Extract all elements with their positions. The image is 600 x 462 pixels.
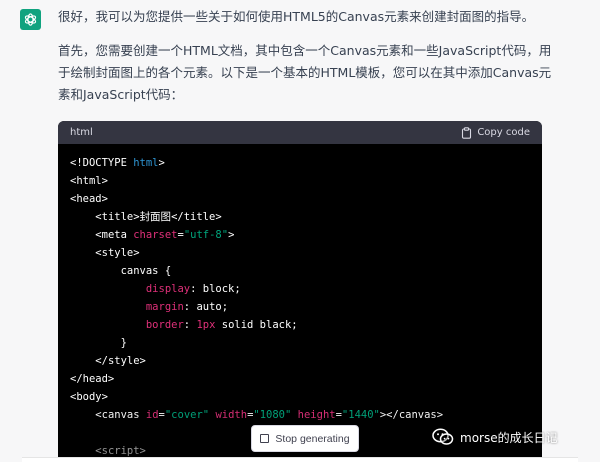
message-body: 首先，您需要创建一个HTML文档，其中包含一个Canvas元素和一些JavaSc… [58,43,552,102]
code-token: id [145,409,159,421]
code-token: : auto; [183,301,229,313]
code-token: : block; [190,283,241,295]
code-language-label: html [70,127,93,138]
code-line: } [70,334,530,352]
code-token: <script> [95,445,146,457]
code-line: <html> [70,172,530,190]
code-token: "utf-8" [183,229,229,241]
code-token: > [228,229,235,241]
stop-square-icon [260,434,270,443]
code-block: html Copy code <!DOCTYPE html> <html> <hea… [58,121,542,461]
code-line: <canvas id="cover" width="1080" height="… [70,406,530,424]
code-line: <!DOCTYPE html> [70,154,530,172]
code-line: <title>封面图</title> [70,208,530,226]
wechat-icon [432,428,454,445]
code-line: <meta charset="utf-8"> [70,226,530,244]
openai-logo-icon [24,13,37,26]
copy-code-label: Copy code [477,127,530,138]
code-token: border [145,319,184,331]
assistant-message: 很好，我可以为您提供一些关于如何使用HTML5的Canvas元素来创建封面图的指… [58,6,558,106]
stop-generating-button[interactable]: Stop generating [251,425,359,452]
code-token: margin [145,301,184,313]
code-token: <head> [70,193,108,205]
code-token: : [183,319,197,331]
watermark-text: morse的成长日记 [460,430,558,445]
composer-edge [22,457,578,462]
code-token: <style> [95,247,140,259]
code-line: <style> [70,244,530,262]
code-token: solid black; [215,319,298,331]
stop-generating-label: Stop generating [275,432,350,445]
assistant-avatar [20,9,41,30]
code-token: 1px [196,319,216,331]
code-line: </head> [70,370,530,388]
code-token: <canvas [95,409,146,421]
message-intro: 很好，我可以为您提供一些关于如何使用HTML5的Canvas元素来创建封面图的指… [58,9,535,24]
code-token: <meta [95,229,134,241]
clipboard-icon [462,126,472,139]
code-header: html Copy code [58,121,542,144]
code-token: <html> [70,175,108,187]
code-token: } [120,337,127,349]
code-line: canvas { [70,262,530,280]
code-token: height [297,409,336,421]
code-line: border: 1px solid black; [70,316,530,334]
code-token: 封面图 [139,211,172,223]
code-line: margin: auto; [70,298,530,316]
code-token: charset [133,229,178,241]
code-token: width [215,409,248,421]
code-token: <!DOCTYPE [70,157,134,169]
code-token: ></canvas> [379,409,444,421]
code-token: "1080" [253,409,292,421]
code-content: <!DOCTYPE html> <html> <head> <title>封面图</… [58,144,542,460]
code-token: > [158,157,165,169]
code-token: <body> [70,391,108,403]
code-line: </style> [70,352,530,370]
code-token: display [145,283,191,295]
code-token: </head> [70,373,115,385]
code-line: <head> [70,190,530,208]
code-line: <body> [70,388,530,406]
code-token: <title> [95,211,140,223]
code-token: </style> [95,355,146,367]
code-token: </title> [171,211,222,223]
copy-code-button[interactable]: Copy code [461,126,530,139]
code-token: "1440" [341,409,380,421]
code-token: html [133,157,159,169]
code-line: display: block; [70,280,530,298]
watermark: morse的成长日记 [432,427,558,447]
code-token: canvas { [120,265,172,277]
code-token: "cover" [164,409,210,421]
